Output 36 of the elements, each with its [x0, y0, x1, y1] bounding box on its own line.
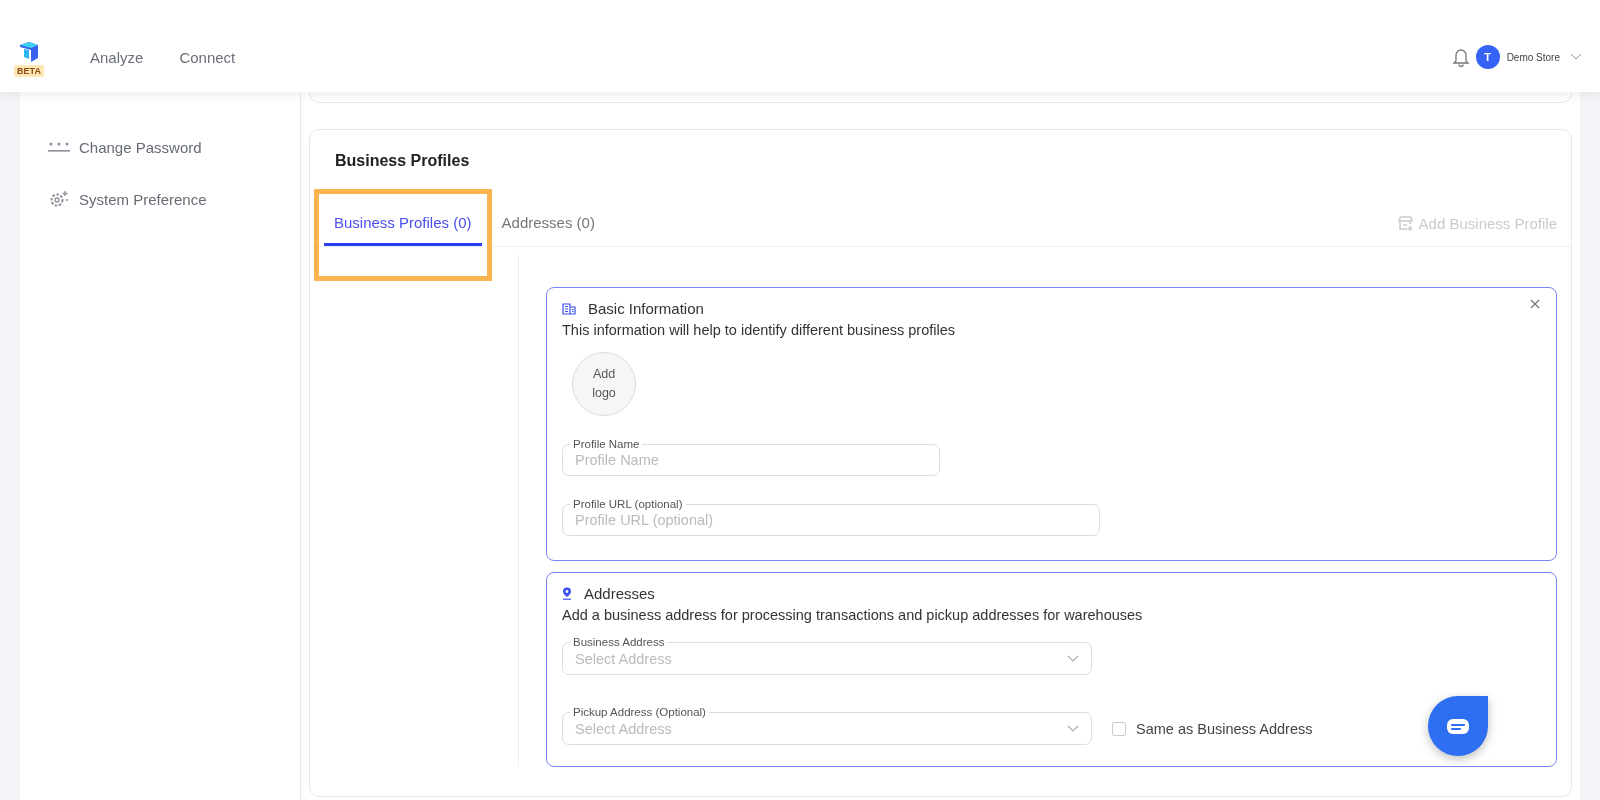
chevron-down-icon	[1067, 655, 1079, 663]
section-title: Addresses	[584, 585, 655, 603]
checkbox[interactable]	[1112, 721, 1126, 736]
building-icon	[562, 302, 576, 315]
section-description: This information will help to identify different business profiles	[562, 322, 957, 338]
checkbox-label: Same as Business Address	[1136, 720, 1313, 737]
placeholder-text: Profile Name	[575, 452, 659, 468]
placeholder-text: Select Address	[575, 650, 672, 667]
location-pin-icon	[562, 587, 572, 601]
card-title: Business Profiles	[334, 151, 471, 170]
password-icon	[48, 141, 70, 153]
close-icon[interactable]	[1530, 299, 1540, 309]
add-logo-button[interactable]: Add logo	[572, 352, 636, 416]
field-label: Profile URL (optional)	[570, 497, 686, 511]
avatar[interactable]: T	[1475, 45, 1500, 69]
field-label: Profile Name	[570, 437, 643, 451]
tab[interactable]: Addresses (0)	[491, 214, 605, 246]
sidebar-item[interactable]: System Preference	[20, 173, 300, 225]
sidebar-item[interactable]: Change Password	[20, 121, 300, 173]
placeholder-text: Profile URL (optional)	[575, 512, 714, 528]
account-name[interactable]: Demo Store	[1506, 51, 1560, 63]
chat-button[interactable]	[1427, 695, 1489, 757]
gear-icon	[48, 189, 70, 209]
tab[interactable]: Business Profiles (0)	[324, 214, 482, 246]
section-title: Basic Information	[588, 300, 704, 317]
chevron-down-icon	[1067, 725, 1079, 733]
field-label: Pickup Address (Optional)	[570, 705, 709, 720]
nav-link[interactable]: Analyze	[90, 48, 144, 66]
store-add-icon	[1397, 216, 1414, 231]
chevron-down-icon[interactable]	[1570, 53, 1582, 61]
beta-badge: BETA	[14, 65, 44, 77]
placeholder-text: Select Address	[575, 720, 672, 737]
section-description: Add a business address for processing transactions and pickup addresses for warehouses	[562, 607, 1144, 624]
nav-link[interactable]: Connect	[179, 48, 236, 66]
bell-icon[interactable]	[1451, 47, 1470, 67]
cube-logo-icon	[18, 41, 40, 63]
